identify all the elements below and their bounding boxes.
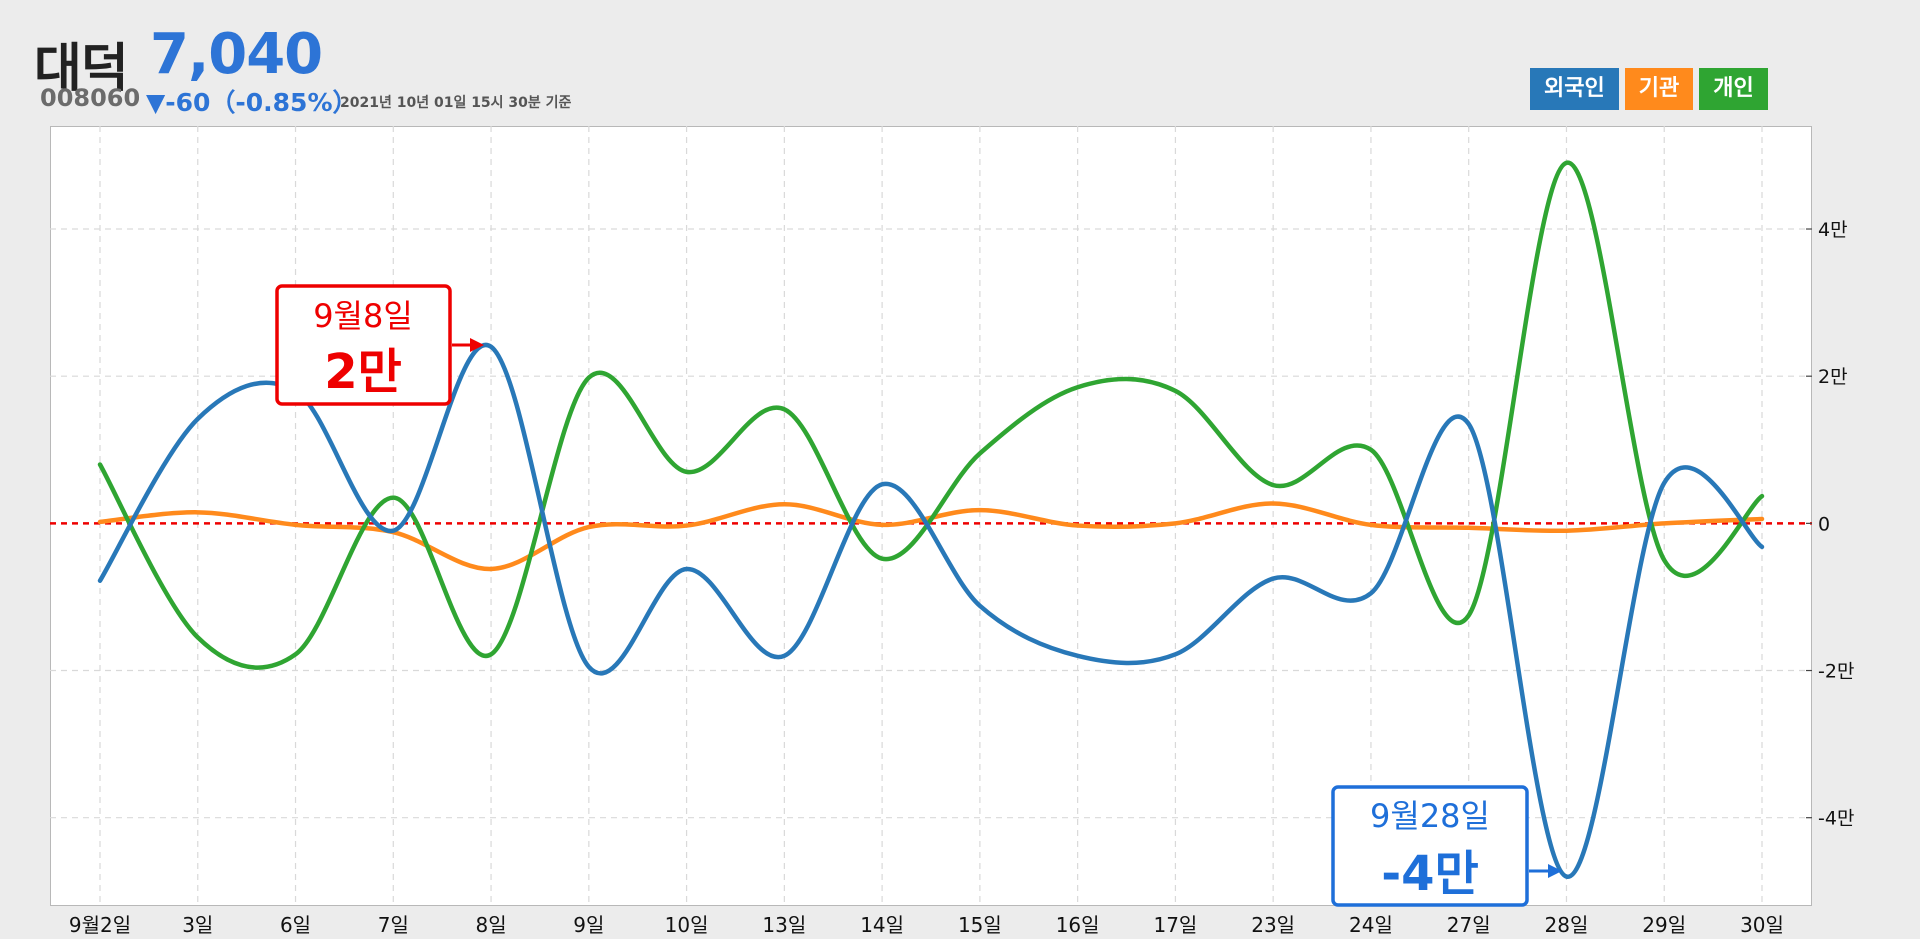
- x-axis-ticks: 9월2일 3일 6일 7일 8일 9일 10일 13일 14일 15일 16일 17일 23일 24일 27…: [69, 913, 1784, 937]
- x-tick-label: 16일: [1056, 913, 1100, 937]
- x-tick-label: 3일: [182, 913, 213, 937]
- callout-max-date: 9월8일: [313, 297, 413, 335]
- x-tick-label: 14일: [860, 913, 904, 937]
- callout-max: 9월8일 2만: [275, 284, 484, 406]
- x-tick-label: 28일: [1545, 913, 1589, 937]
- x-tick-label: 7일: [378, 913, 409, 937]
- y-tick-label: -4만: [1818, 808, 1854, 830]
- x-tick-label: 9일: [573, 913, 604, 937]
- x-tick-label: 17일: [1153, 913, 1197, 937]
- y-tick-label: 2만: [1818, 366, 1848, 388]
- x-tick-label: 8일: [475, 913, 506, 937]
- x-tick-label: 24일: [1349, 913, 1393, 937]
- chart: 9월2일 3일 6일 7일 8일 9일 10일 13일 14일 15일 16일 17일 23일 24일 27…: [50, 126, 1854, 937]
- x-tick-label: 29일: [1642, 913, 1686, 937]
- y-tick-label: 0: [1818, 513, 1830, 535]
- x-tick-label: 30일: [1740, 913, 1784, 937]
- x-tick-label: 13일: [762, 913, 806, 937]
- y-tick-label: 4만: [1818, 219, 1848, 241]
- x-tick-label: 15일: [958, 913, 1002, 937]
- callout-max-value: 2만: [324, 344, 402, 400]
- callout-min-value: -4만: [1381, 846, 1478, 902]
- x-tick-label: 6일: [280, 913, 311, 937]
- callout-min-date: 9월28일: [1370, 797, 1490, 835]
- x-tick-label: 10일: [665, 913, 709, 937]
- callout-min: 9월28일 -4만: [1331, 785, 1562, 907]
- y-tick-label: -2만: [1818, 661, 1854, 683]
- series-lines: [97, 160, 1765, 879]
- y-axis-ticks: 4만 2만 0 -2만 -4만: [1806, 219, 1854, 830]
- x-tick-label: 9월2일: [69, 913, 131, 937]
- series-line-individual: [97, 160, 1765, 670]
- x-tick-label: 27일: [1447, 913, 1491, 937]
- x-tick-label: 23일: [1251, 913, 1295, 937]
